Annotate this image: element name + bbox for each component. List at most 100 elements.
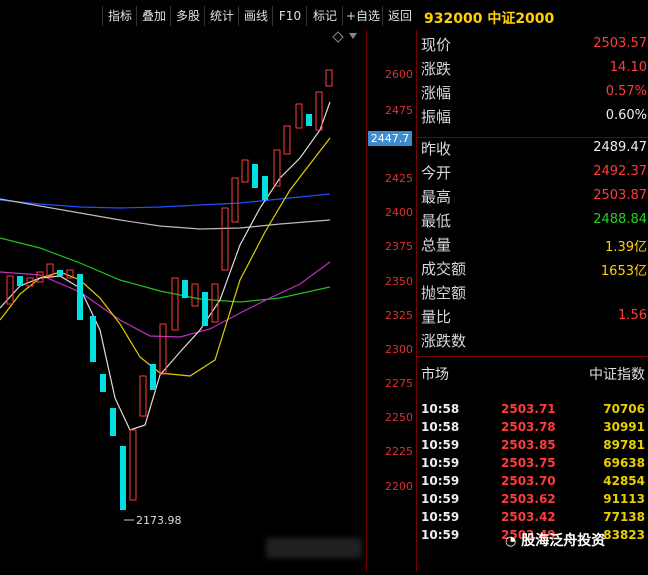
tick-time: 10:59 [421, 456, 460, 470]
tick-time: 10:58 [421, 402, 460, 416]
tick-row: 10:59 2503.62 91113 [421, 492, 648, 510]
axis-label: 2425 [385, 172, 413, 185]
candles [6, 69, 333, 510]
stock-title: 932000 中证2000 [424, 11, 555, 27]
quote-row: 今开 2492.37 [421, 162, 648, 186]
quote-label: 现价 [421, 36, 452, 54]
axis-label: 2225 [385, 445, 413, 458]
tick-volume: 91113 [603, 492, 645, 506]
tick-volume: 77138 [603, 510, 645, 524]
tick-row: 10:59 2503.75 69638 [421, 456, 648, 474]
axis-label: 2400 [385, 206, 413, 219]
candle [231, 177, 239, 223]
quote-label: 总量 [421, 236, 452, 254]
quote-value: 0.57% [605, 84, 647, 99]
toolbar-multi-stock-button[interactable]: 多股 [170, 6, 205, 26]
watermark-text: 股海泛舟投资 [521, 533, 606, 549]
toolbar-indicator-button[interactable]: 指标 [102, 6, 137, 26]
tick-header-index: 中证指数 [589, 367, 645, 383]
watermark: ◔ 股海泛舟投资 [505, 530, 605, 550]
candle [191, 283, 199, 307]
toolbar-draw-line-button[interactable]: 画线 [238, 6, 273, 26]
quote-panel: 现价 2503.57 涨跌 14.10 涨幅 0.57% 振幅 0.60% 昨收 248… [416, 30, 648, 571]
current-price-marker: 2447.7 [368, 131, 412, 146]
quote-label: 量比 [421, 308, 452, 326]
ma-green-line [0, 237, 331, 303]
quote-value: 2503.57 [593, 36, 647, 51]
quote-row: 振幅 0.60% [421, 106, 648, 130]
candle [315, 91, 323, 131]
candle [159, 323, 167, 375]
tick-time: 10:59 [421, 438, 460, 452]
tick-time: 10:59 [421, 474, 460, 488]
ma-magenta-line [0, 261, 331, 338]
tick-row: 10:59 2503.85 89781 [421, 438, 648, 456]
triangle-icon [349, 33, 357, 39]
tick-price: 2503.75 [501, 456, 556, 470]
quote-row: 量比 1.56 [421, 306, 648, 330]
ma-white-line [0, 198, 331, 230]
quote-value: 0.60% [605, 108, 647, 123]
toolbar-overlay-button[interactable]: 叠加 [136, 6, 171, 26]
axis-label: 2300 [385, 343, 413, 356]
divider [417, 137, 648, 138]
toolbar-f10-button[interactable]: F10 [272, 6, 307, 26]
candle [150, 364, 156, 390]
candle [100, 374, 106, 392]
candle [171, 277, 179, 331]
candle [262, 176, 268, 200]
tick-price: 2503.70 [501, 474, 556, 488]
toolbar-statistics-button[interactable]: 统计 [204, 6, 239, 26]
candle [273, 149, 281, 187]
tick-row: 10:58 2503.71 70706 [421, 402, 648, 420]
divider [417, 356, 648, 357]
quote-label: 涨跌 [421, 60, 452, 78]
toolbar-add-favorite-button[interactable]: +自选 [342, 6, 383, 26]
candle [283, 125, 291, 155]
candle [139, 375, 147, 417]
candle [57, 270, 63, 276]
price-axis: 2600 2475 2425 2400 2375 2350 2325 2300 … [366, 30, 417, 571]
axis-label: 2475 [385, 104, 413, 117]
blurred-watermark [266, 538, 362, 558]
tick-volume: 42854 [603, 474, 645, 488]
axis-label: 2250 [385, 411, 413, 424]
quote-label: 振幅 [421, 108, 452, 126]
candle [306, 114, 312, 126]
tick-list-header: 市场 中证指数 [421, 364, 648, 384]
quote-row: 最低 2488.84 [421, 210, 648, 234]
quote-row: 抛空额 [421, 282, 648, 306]
quote-row: 最高 2503.87 [421, 186, 648, 210]
tick-row: 10:58 2503.78 30991 [421, 420, 648, 438]
quote-label: 涨跌数 [421, 332, 467, 350]
candle [17, 276, 23, 286]
quote-row: 成交额 1653亿 [421, 258, 648, 282]
quote-value: 2489.47 [593, 140, 647, 155]
candle [182, 280, 188, 298]
toolbar-mark-button[interactable]: 标记 [306, 6, 343, 26]
quote-value: 2492.37 [593, 164, 647, 179]
quote-label: 最低 [421, 212, 452, 230]
tick-row: 10:59 2503.42 77138 [421, 510, 648, 528]
tick-time: 10:59 [421, 492, 460, 506]
candle [129, 429, 137, 501]
axis-label: 2375 [385, 240, 413, 253]
chart-toolbar: 指标 叠加 多股 统计 画线 F10 标记 +自选 返回 [0, 0, 416, 30]
quote-label: 成交额 [421, 260, 467, 278]
quote-value: 1653亿 [600, 264, 647, 279]
candlestick-chart[interactable]: 2173.98 [0, 30, 366, 571]
toolbar-back-button[interactable]: 返回 [382, 6, 417, 26]
wechat-icon: ◔ [505, 534, 517, 549]
quote-row: 昨收 2489.47 [421, 138, 648, 162]
candle [325, 69, 333, 87]
tick-price: 2503.42 [501, 510, 556, 524]
quote-row: 涨幅 0.57% [421, 82, 648, 106]
candle [77, 274, 83, 320]
quote-row: 涨跌数 [421, 330, 648, 354]
tick-price: 2503.71 [501, 402, 556, 416]
quote-label: 今开 [421, 164, 452, 182]
tick-volume: 83823 [603, 528, 645, 542]
tick-time: 10:58 [421, 420, 460, 434]
candle [295, 103, 303, 129]
quote-value: 2488.84 [593, 212, 647, 227]
